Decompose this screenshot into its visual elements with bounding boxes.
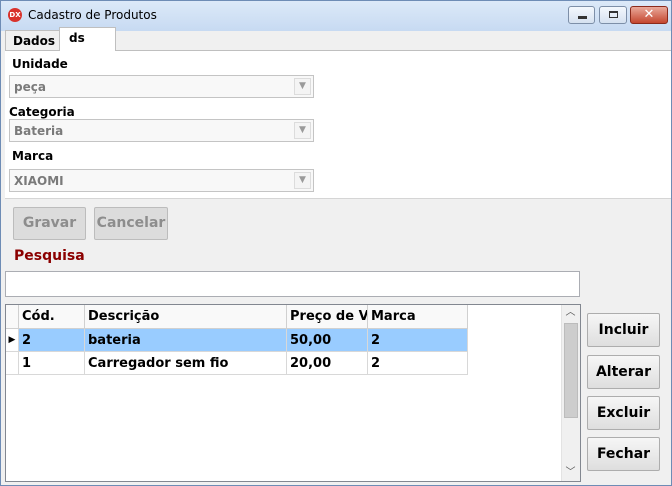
table-row[interactable]: 1 Carregador sem fio 20,00 2 xyxy=(6,352,468,375)
tab-dados[interactable]: Dados xyxy=(5,30,61,50)
unidade-label: Unidade xyxy=(12,57,68,71)
cell-preco[interactable]: 50,00 xyxy=(287,329,368,352)
marca-label: Marca xyxy=(12,149,54,163)
main-window: DX Cadastro de Produtos ✕ Dados ds Unida… xyxy=(0,0,672,486)
unidade-select[interactable]: peça ▼ xyxy=(9,75,314,98)
unidade-value: peça xyxy=(14,80,46,94)
cancelar-button[interactable]: Cancelar xyxy=(94,207,168,240)
chevron-down-icon[interactable]: ▼ xyxy=(294,122,311,139)
categoria-value: Bateria xyxy=(14,124,64,138)
column-header-preco[interactable]: Preço de V xyxy=(287,305,368,329)
close-icon: ✕ xyxy=(643,7,655,22)
cell-preco[interactable]: 20,00 xyxy=(287,352,368,375)
cell-cod[interactable]: 1 xyxy=(19,352,85,375)
cell-cod[interactable]: 2 xyxy=(19,329,85,352)
scroll-up-icon[interactable]: ︿ xyxy=(562,305,579,321)
cell-descricao[interactable]: bateria xyxy=(85,329,287,352)
categoria-label: Categoria xyxy=(9,105,75,119)
categoria-select[interactable]: Bateria ▼ xyxy=(9,119,314,142)
minimize-button[interactable] xyxy=(568,6,595,24)
excluir-button[interactable]: Excluir xyxy=(587,396,660,430)
dx-logo-icon: DX xyxy=(8,8,22,22)
column-header-cod[interactable]: Cód. xyxy=(19,305,85,329)
products-grid[interactable]: Cód. Descrição Preço de V Marca ▶ 2 bate… xyxy=(5,304,581,482)
tab-ds[interactable]: ds xyxy=(59,27,116,51)
chevron-down-icon[interactable]: ▼ xyxy=(294,78,311,95)
scroll-down-icon[interactable]: ﹀ xyxy=(562,465,579,481)
cell-descricao[interactable]: Carregador sem fio xyxy=(85,352,287,375)
grid-corner xyxy=(6,305,19,329)
window-title: Cadastro de Produtos xyxy=(28,8,157,22)
column-header-marca[interactable]: Marca xyxy=(368,305,468,329)
marca-select[interactable]: XIAOMI ▼ xyxy=(9,169,314,192)
chevron-down-icon[interactable]: ▼ xyxy=(294,172,311,189)
scroll-thumb[interactable] xyxy=(564,323,578,418)
column-header-descricao[interactable]: Descrição xyxy=(85,305,287,329)
search-input[interactable] xyxy=(5,271,580,297)
row-pointer-icon: ▶ xyxy=(6,329,19,352)
marca-value: XIAOMI xyxy=(14,174,64,188)
minimize-icon xyxy=(578,16,587,19)
maximize-icon xyxy=(609,11,618,18)
maximize-button[interactable] xyxy=(599,6,627,24)
incluir-button[interactable]: Incluir xyxy=(587,313,660,347)
gravar-button[interactable]: Gravar xyxy=(13,207,86,240)
fechar-button[interactable]: Fechar xyxy=(587,437,660,471)
row-indicator xyxy=(6,352,19,375)
cell-marca[interactable]: 2 xyxy=(368,352,468,375)
alterar-button[interactable]: Alterar xyxy=(587,355,660,389)
cell-marca[interactable]: 2 xyxy=(368,329,468,352)
pesquisa-label: Pesquisa xyxy=(14,248,85,264)
grid-scrollbar[interactable]: ︿ ﹀ xyxy=(561,305,580,481)
close-button[interactable]: ✕ xyxy=(630,6,668,24)
table-row[interactable]: ▶ 2 bateria 50,00 2 xyxy=(6,329,468,352)
